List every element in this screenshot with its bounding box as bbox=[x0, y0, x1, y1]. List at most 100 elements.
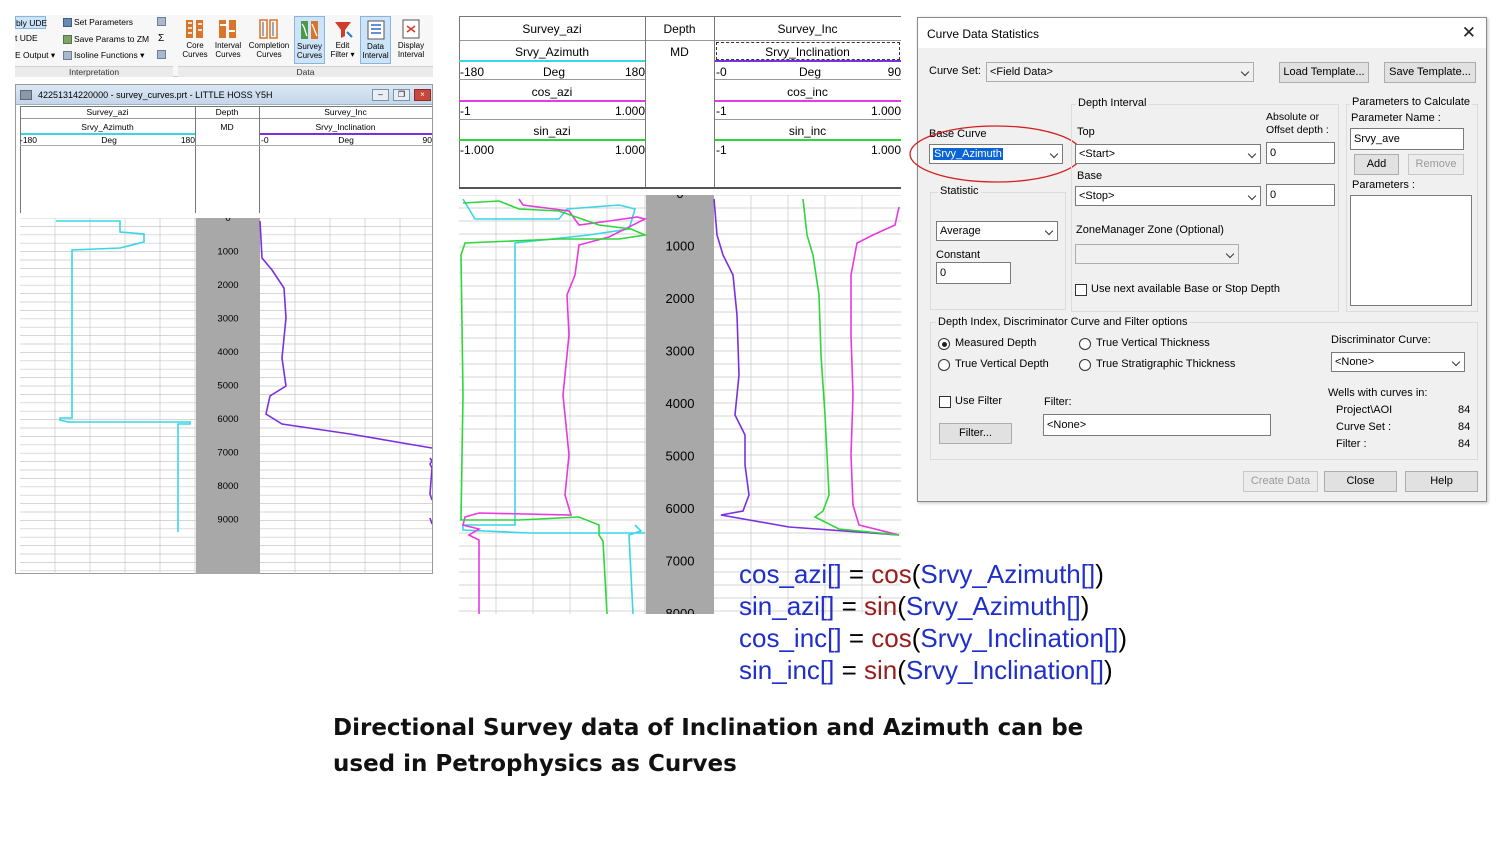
set-parameters-label: Set Parameters bbox=[74, 17, 134, 27]
survey-curves-window: 42251314220000 - survey_curves.prt - LIT… bbox=[15, 84, 433, 574]
sin-inc-max: 1.000 bbox=[870, 143, 901, 157]
dialog-title-bar[interactable]: Curve Data Statistics ✕ bbox=[918, 18, 1486, 48]
apply-ude-label: bly UDE bbox=[16, 17, 48, 28]
azi-track-title: Survey_azi bbox=[86, 107, 129, 117]
cos-azi-max: 1.000 bbox=[614, 104, 645, 118]
header-rule bbox=[20, 145, 432, 146]
discriminator-select[interactable]: <None> bbox=[1331, 352, 1465, 372]
save-params-label: Save Params to ZM bbox=[74, 34, 150, 44]
azimuth-curve bbox=[462, 198, 645, 534]
interval-curves-button[interactable]: Interval Curves bbox=[212, 16, 244, 64]
track-divider bbox=[645, 16, 646, 188]
true-vertical-thickness-radio[interactable] bbox=[1079, 338, 1091, 350]
wells-label: Wells with curves in: bbox=[1328, 387, 1428, 399]
azi-scale-max: 180 bbox=[624, 65, 645, 79]
zone-select[interactable] bbox=[1075, 244, 1239, 264]
edit-ude-button[interactable]: t UDE bbox=[15, 33, 38, 43]
depth-label: 7000 bbox=[217, 448, 238, 459]
base-select[interactable]: <Stop> bbox=[1075, 186, 1261, 206]
load-template-button[interactable]: Load Template... bbox=[1279, 62, 1369, 83]
statistic-label: Statistic bbox=[938, 185, 981, 197]
grid-tool-button[interactable] bbox=[157, 17, 166, 26]
window-title-bar[interactable]: 42251314220000 - survey_curves.prt - LIT… bbox=[16, 85, 432, 105]
azi-curve-swatch bbox=[459, 60, 645, 62]
measured-depth-radio[interactable] bbox=[938, 338, 950, 350]
curve-set-select[interactable]: <Field Data> bbox=[986, 62, 1254, 82]
use-filter-label: Use Filter bbox=[955, 395, 1003, 407]
parameters-list[interactable] bbox=[1350, 195, 1472, 306]
display-interval-button[interactable]: Display Interval bbox=[393, 16, 429, 64]
help-button[interactable]: Help bbox=[1405, 471, 1478, 492]
wells-curveset-name: Curve Set : bbox=[1336, 421, 1392, 433]
completion-curves-line2: Curves bbox=[256, 50, 282, 59]
azi-scale-unit: Deg bbox=[101, 135, 117, 145]
azi-scale-min: -180 bbox=[20, 135, 38, 145]
statistic-select[interactable]: Average bbox=[936, 221, 1058, 241]
true-stratigraphic-thickness-radio[interactable] bbox=[1079, 359, 1091, 371]
restore-icon[interactable]: ❐ bbox=[393, 89, 410, 101]
constant-label: Constant bbox=[936, 249, 981, 261]
inclination-curve-tail bbox=[429, 457, 432, 501]
constant-input[interactable]: 0 bbox=[936, 262, 1011, 284]
ribbon-interpretation-group: bly UDE t UDE E Output ▾ Set Parameters … bbox=[15, 15, 173, 77]
table-tool-button[interactable] bbox=[157, 50, 166, 59]
create-data-button[interactable]: Create Data bbox=[1243, 471, 1318, 492]
cos-inc-max: 1.000 bbox=[870, 104, 901, 118]
true-vertical-depth-radio[interactable] bbox=[938, 359, 950, 371]
sigma-button[interactable]: Σ bbox=[158, 33, 164, 44]
formula-paren: ) bbox=[1080, 591, 1090, 621]
depth-label: 2000 bbox=[666, 291, 695, 306]
azimuth-curve-lower bbox=[628, 524, 643, 614]
use-next-checkbox[interactable] bbox=[1075, 284, 1087, 296]
top-offset-input[interactable]: 0 bbox=[1266, 142, 1335, 164]
grid-tool-icon bbox=[157, 17, 166, 26]
set-parameters-button[interactable]: Set Parameters bbox=[63, 17, 133, 27]
base-offset-input[interactable]: 0 bbox=[1266, 184, 1335, 206]
close-button[interactable]: Close bbox=[1324, 471, 1397, 492]
edit-filter-line2: Filter ▾ bbox=[330, 50, 355, 59]
close-icon[interactable]: × bbox=[414, 89, 431, 101]
sin-inc-name: sin_inc bbox=[788, 124, 827, 138]
formula-line: cos_inc[] = cos(Srvy_Inclination[]) bbox=[739, 623, 1127, 654]
use-next-label: Use next available Base or Stop Depth bbox=[1091, 283, 1280, 295]
cos-azi-name: cos_azi bbox=[531, 85, 573, 99]
inc-curve-swatch bbox=[715, 60, 901, 62]
data-interval-button[interactable]: Data Interval bbox=[360, 16, 391, 64]
display-interval-line2: Interval bbox=[397, 50, 425, 59]
completion-curves-icon bbox=[259, 19, 278, 39]
isoline-functions-button[interactable]: Isoline Functions ▾ bbox=[63, 50, 144, 61]
completion-curves-button[interactable]: Completion Curves bbox=[246, 16, 292, 64]
formula-lhs: sin_inc[] bbox=[739, 655, 835, 685]
remove-button[interactable]: Remove bbox=[1408, 154, 1464, 175]
save-params-button[interactable]: Save Params to ZM bbox=[63, 34, 149, 44]
curve-data-statistics-dialog: Curve Data Statistics ✕ Curve Set: <Fiel… bbox=[909, 17, 1487, 502]
core-curves-line2: Curves bbox=[182, 50, 208, 59]
filter-input[interactable]: <None> bbox=[1043, 414, 1271, 436]
survey-curves-button[interactable]: Survey Curves bbox=[294, 16, 325, 64]
save-template-button[interactable]: Save Template... bbox=[1384, 62, 1476, 83]
formula-lhs: sin_azi[] bbox=[739, 591, 835, 621]
chevron-down-icon bbox=[1225, 249, 1235, 259]
azi-track-title: Survey_azi bbox=[522, 22, 582, 36]
formula-function: sin bbox=[864, 591, 898, 621]
close-icon[interactable]: ✕ bbox=[1462, 24, 1476, 42]
minimize-icon[interactable]: – bbox=[372, 89, 389, 101]
apply-ude-button[interactable]: bly UDE bbox=[15, 16, 48, 29]
top-select[interactable]: <Start> bbox=[1075, 144, 1261, 164]
formula-function: sin bbox=[864, 655, 898, 685]
edit-filter-button[interactable]: Edit Filter ▾ bbox=[327, 16, 358, 64]
param-name-input[interactable]: Srvy_ave bbox=[1350, 128, 1464, 150]
depth-label: 8000 bbox=[217, 481, 238, 492]
formula-line: sin_azi[] = sin(Srvy_Azimuth[]) bbox=[739, 591, 1089, 622]
use-filter-checkbox[interactable] bbox=[939, 396, 951, 408]
params-label: Parameters to Calculate bbox=[1350, 96, 1472, 108]
ude-output-button[interactable]: E Output ▾ bbox=[15, 50, 55, 61]
add-button[interactable]: Add bbox=[1354, 154, 1399, 175]
filter-button[interactable]: Filter... bbox=[939, 423, 1012, 444]
interval-curves-icon bbox=[219, 20, 236, 38]
formula-argument: Srvy_Azimuth[] bbox=[920, 559, 1096, 589]
core-curves-button[interactable]: Core Curves bbox=[180, 16, 210, 64]
depth-label: 1000 bbox=[666, 239, 695, 254]
depth-label: 5000 bbox=[217, 381, 238, 392]
interval-curves-line1: Interval bbox=[214, 41, 242, 50]
